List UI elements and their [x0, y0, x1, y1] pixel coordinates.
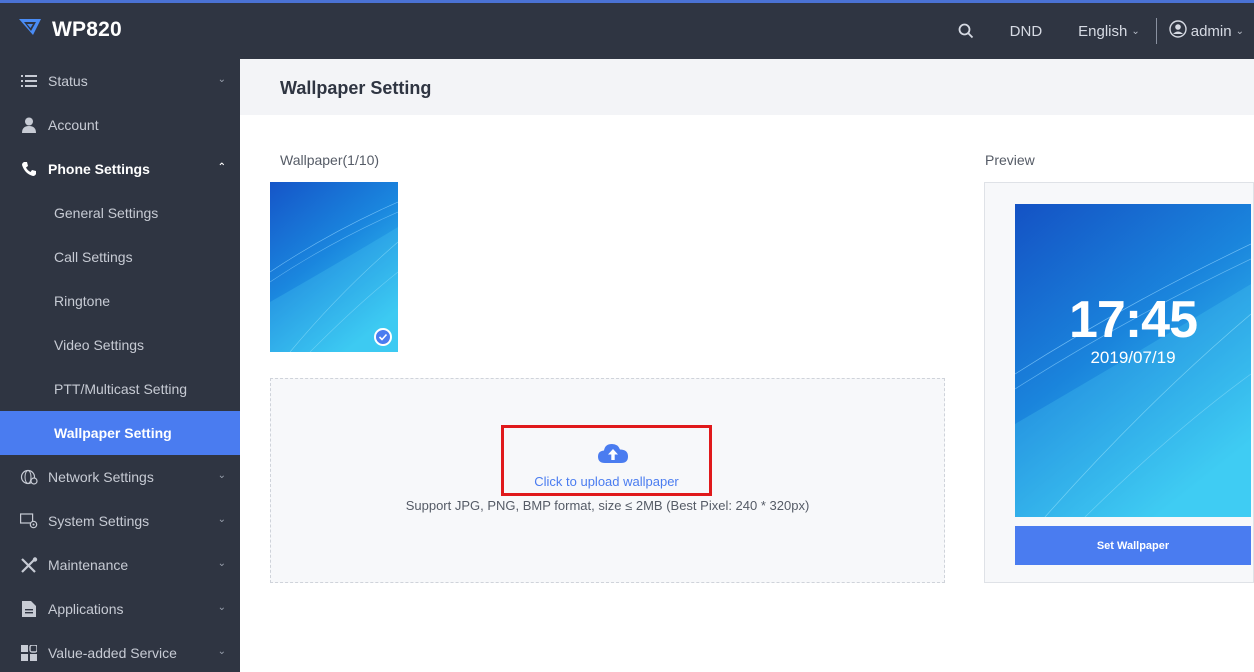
language-select[interactable]: English ⌄ [1078, 23, 1140, 40]
preview-screen: 17:45 2019/07/19 [1015, 204, 1251, 517]
brand[interactable]: WP820 [18, 17, 122, 42]
sidebar-item-label: Value-added Service [48, 645, 177, 661]
list-icon [20, 74, 38, 88]
wallpaper-thumbnail[interactable] [270, 182, 398, 352]
chevron-down-icon: ⌄ [217, 74, 226, 85]
system-gear-icon [20, 513, 38, 529]
grid-icon [20, 645, 38, 661]
network-globe-icon [20, 469, 38, 485]
sidebar-item-applications[interactable]: Applications ⌄ [0, 587, 240, 631]
sidebar-item-call-settings[interactable]: Call Settings [0, 235, 240, 279]
upload-highlight-box: Click to upload wallpaper [501, 425, 712, 496]
upload-hint: Support JPG, PNG, BMP format, size ≤ 2MB… [405, 498, 810, 513]
upload-link[interactable]: Click to upload wallpaper [504, 474, 709, 489]
tools-icon [20, 557, 38, 573]
preview-label: Preview [985, 152, 1035, 168]
language-label: English [1078, 22, 1128, 40]
top-bar: WP820 DND English ⌄ admin ⌄ [0, 0, 1254, 59]
sidebar-item-network-settings[interactable]: Network Settings ⌄ [0, 455, 240, 499]
preview-panel: 17:45 2019/07/19 Set Wallpaper [984, 182, 1254, 583]
chevron-down-icon: ⌄ [217, 602, 226, 613]
sidebar-item-label: Status [48, 73, 88, 89]
user-icon [20, 117, 38, 133]
sidebar-item-general-settings[interactable]: General Settings [0, 191, 240, 235]
wallpaper-count-label: Wallpaper(1/10) [280, 152, 380, 168]
sidebar-item-account[interactable]: Account [0, 103, 240, 147]
upload-dropzone[interactable]: Click to upload wallpaper Support JPG, P… [270, 378, 945, 583]
cloud-upload-icon [598, 442, 628, 469]
chevron-down-icon: ⌄ [1131, 25, 1140, 37]
avatar-icon [1169, 20, 1187, 42]
sidebar-item-ringtone[interactable]: Ringtone [0, 279, 240, 323]
document-icon [20, 601, 38, 617]
sidebar-item-value-added-service[interactable]: Value-added Service ⌄ [0, 631, 240, 672]
page-header: Wallpaper Setting [240, 59, 1254, 115]
logo-icon [18, 17, 42, 42]
sidebar-item-label: Account [48, 117, 99, 133]
chevron-down-icon: ⌄ [217, 470, 226, 481]
preview-date: 2019/07/19 [1090, 348, 1176, 367]
preview-clock: 17:45 [1069, 291, 1198, 349]
sidebar-item-maintenance[interactable]: Maintenance ⌄ [0, 543, 240, 587]
sidebar-item-status[interactable]: Status ⌄ [0, 59, 240, 103]
chevron-up-icon: ⌃ [217, 162, 226, 173]
user-name: admin [1190, 22, 1232, 40]
user-menu[interactable]: admin ⌄ [1169, 20, 1244, 42]
dnd-button[interactable]: DND [1010, 23, 1043, 40]
page-title: Wallpaper Setting [280, 78, 432, 98]
sidebar: Status ⌄ Account Phone Settings ⌃ Genera… [0, 59, 240, 672]
search-icon[interactable] [958, 23, 974, 39]
chevron-down-icon: ⌄ [217, 558, 226, 569]
set-wallpaper-button[interactable]: Set Wallpaper [1015, 526, 1251, 565]
chevron-down-icon: ⌄ [217, 646, 226, 657]
sidebar-item-video-settings[interactable]: Video Settings [0, 323, 240, 367]
sidebar-item-label: Maintenance [48, 557, 129, 573]
sidebar-item-label: System Settings [48, 513, 150, 529]
sidebar-item-ptt-multicast[interactable]: PTT/Multicast Setting [0, 367, 240, 411]
sidebar-item-label: Applications [48, 601, 124, 617]
divider [1155, 18, 1157, 44]
sidebar-item-phone-settings[interactable]: Phone Settings ⌃ [0, 147, 240, 191]
chevron-down-icon: ⌄ [1235, 25, 1244, 37]
wallpaper-thumbnail-image [270, 182, 398, 352]
sidebar-item-label: Phone Settings [48, 161, 150, 177]
app-name: WP820 [52, 17, 122, 41]
sidebar-item-system-settings[interactable]: System Settings ⌄ [0, 499, 240, 543]
sidebar-item-wallpaper-setting[interactable]: Wallpaper Setting [0, 411, 240, 455]
phone-icon [20, 161, 38, 177]
selected-check-icon [374, 328, 392, 346]
chevron-down-icon: ⌄ [217, 514, 226, 525]
sidebar-item-label: Network Settings [48, 469, 154, 485]
